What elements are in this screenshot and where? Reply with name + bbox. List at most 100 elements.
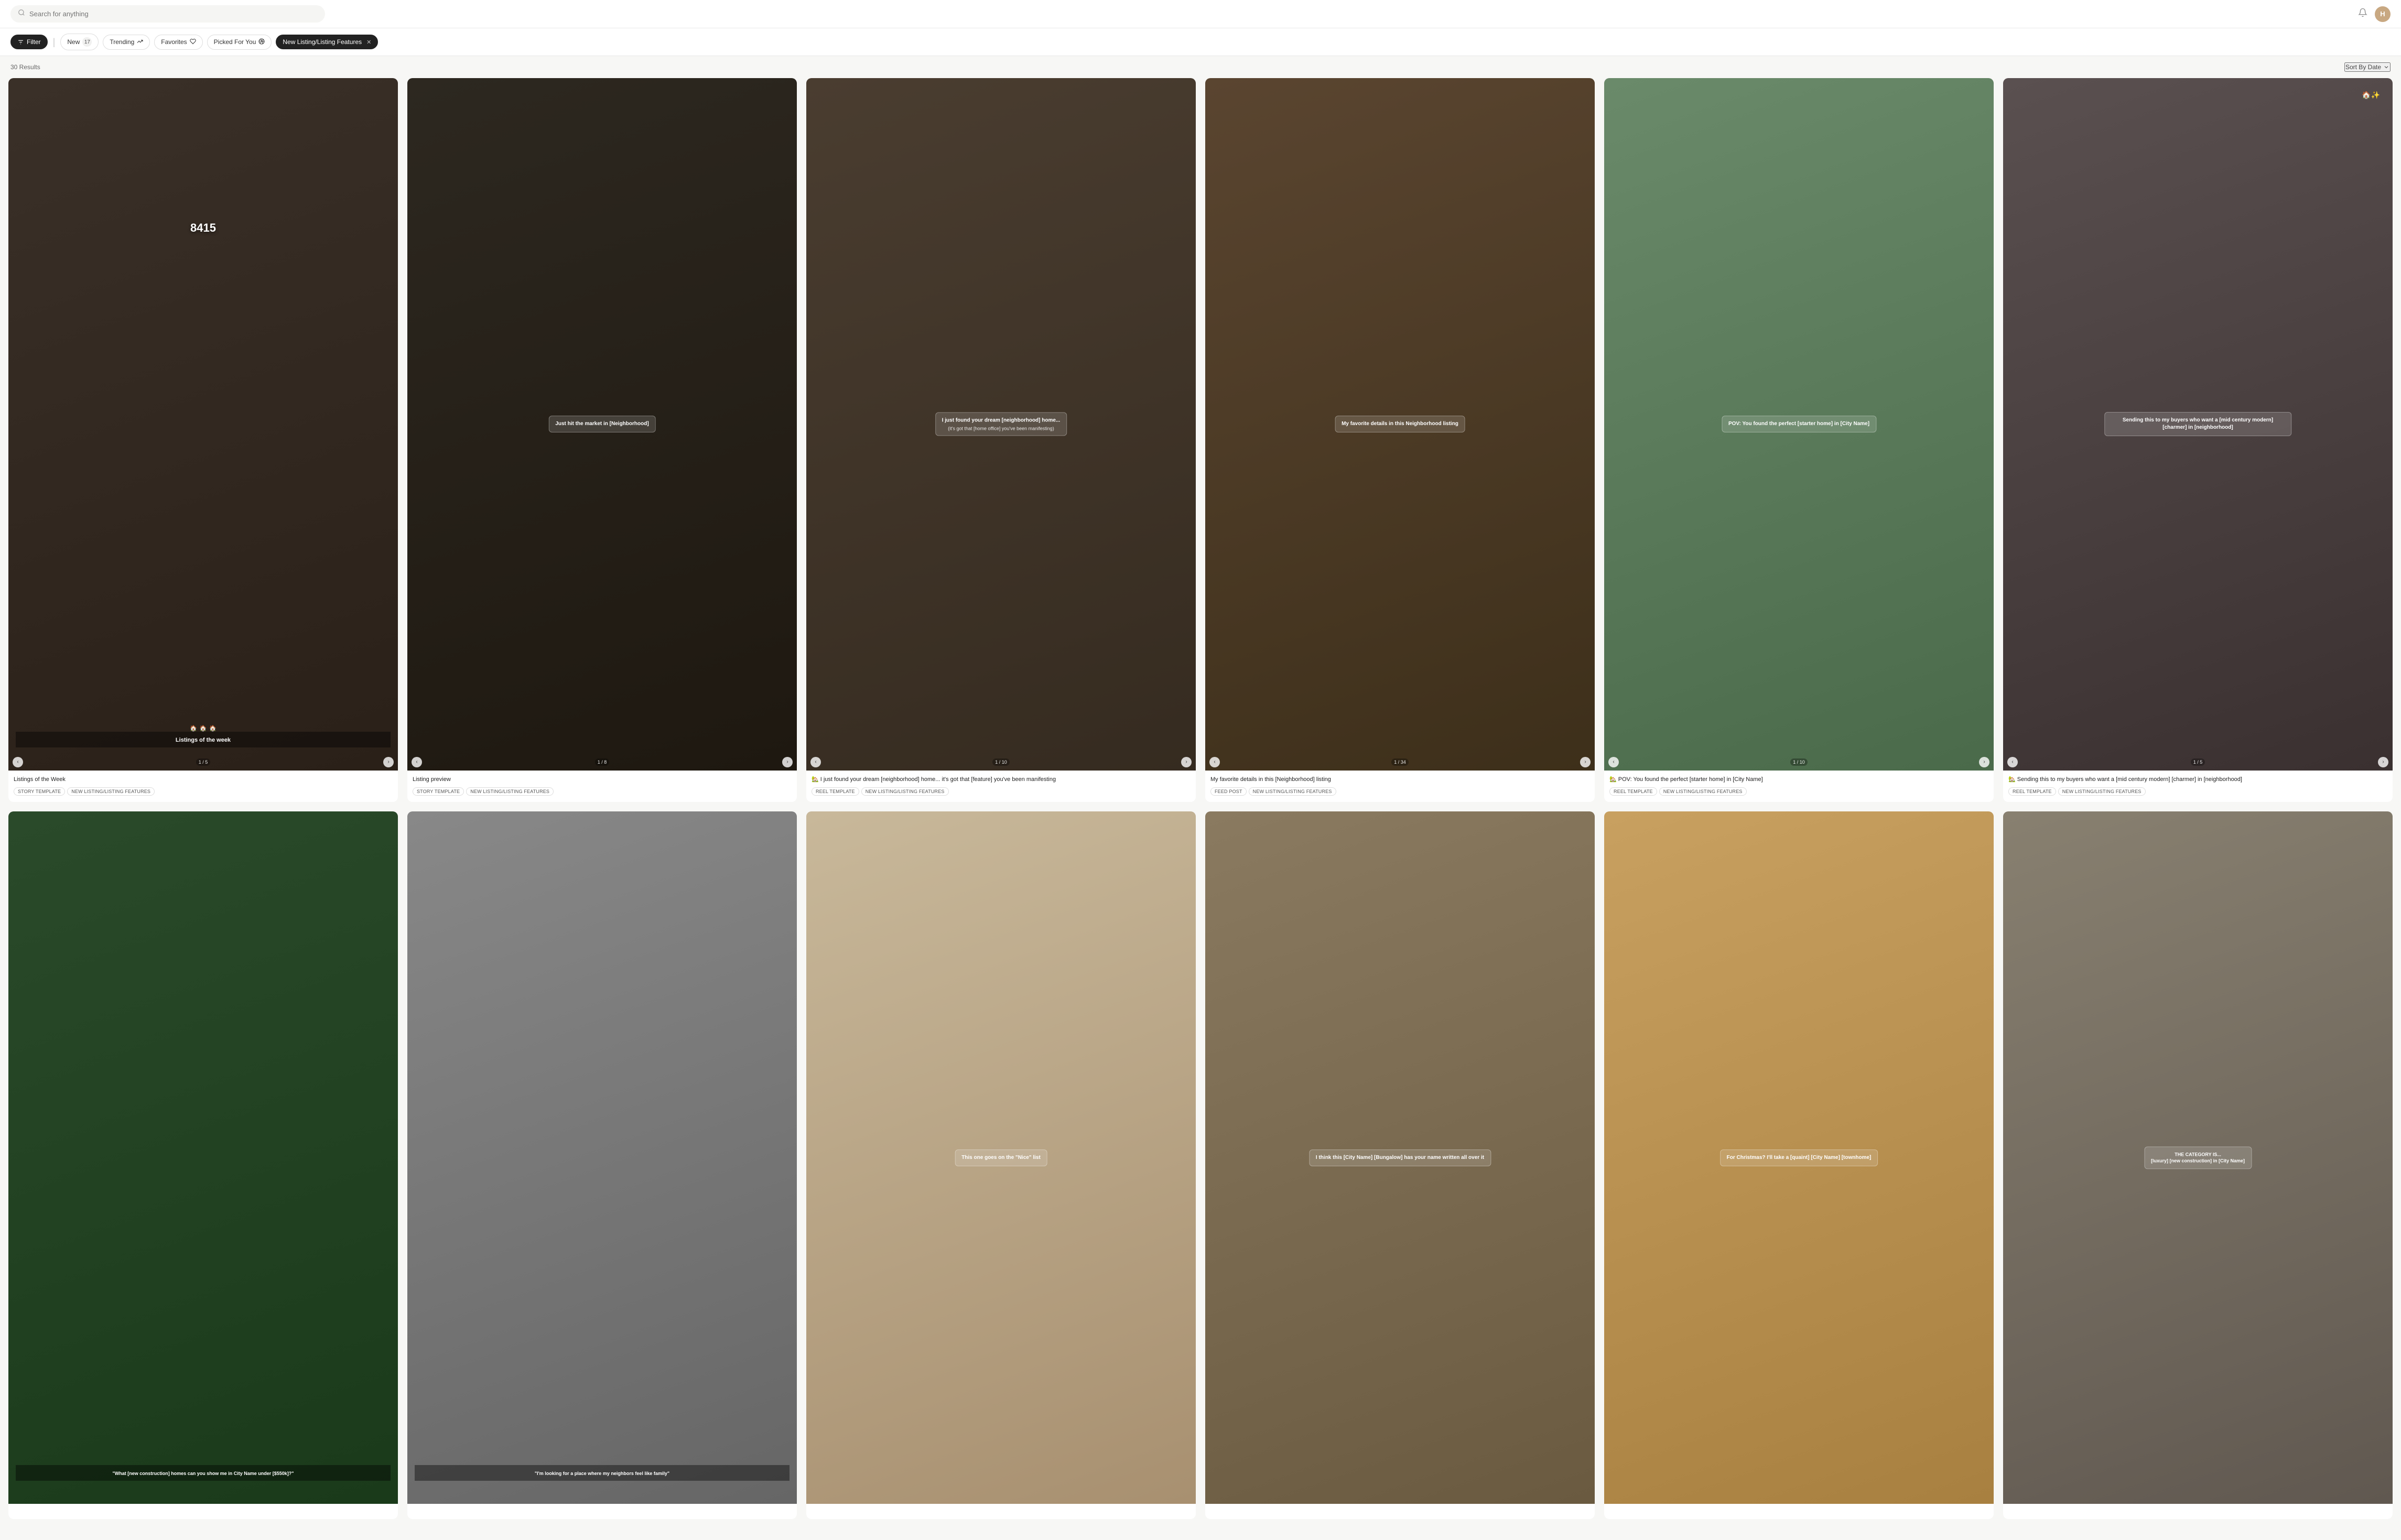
sort-label: Sort By Date bbox=[2345, 63, 2381, 71]
card-title: Listing preview bbox=[413, 776, 792, 784]
card-dream-home[interactable]: I just found your dream [neighborhood] h… bbox=[806, 78, 1196, 802]
card-nice-list[interactable]: This one goes on the "Nice" list bbox=[806, 811, 1196, 1519]
tag: NEW LISTING/LISTING FEATURES bbox=[1249, 787, 1336, 796]
card-body bbox=[806, 1504, 1196, 1519]
prev-arrow[interactable]: ‹ bbox=[2007, 757, 2018, 767]
card-neighbors[interactable]: "I'm looking for a place where my neighb… bbox=[407, 811, 797, 1519]
nav-count: 1 / 10 bbox=[992, 758, 1010, 766]
card-tags: REEL TEMPLATE NEW LISTING/LISTING FEATUR… bbox=[2008, 787, 2387, 796]
tag: NEW LISTING/LISTING FEATURES bbox=[1659, 787, 1747, 796]
card-navigation: ‹ 1 / 5 › bbox=[8, 757, 398, 767]
card-image: 🏠✨ Sending this to my buyers who want a … bbox=[2003, 78, 2393, 771]
filter-new-listing-chip[interactable]: New Listing/Listing Features ✕ bbox=[276, 35, 378, 49]
card-body bbox=[2003, 1504, 2393, 1519]
next-arrow[interactable]: › bbox=[1979, 757, 1989, 767]
card-tags: STORY TEMPLATE NEW LISTING/LISTING FEATU… bbox=[413, 787, 792, 796]
prev-arrow[interactable]: ‹ bbox=[412, 757, 422, 767]
card-tags: FEED POST NEW LISTING/LISTING FEATURES bbox=[1210, 787, 1589, 796]
next-arrow[interactable]: › bbox=[1181, 757, 1192, 767]
filter-separator: | bbox=[53, 37, 56, 48]
filter-picked-for-you-button[interactable]: Picked For You bbox=[207, 35, 272, 50]
card-tags: STORY TEMPLATE NEW LISTING/LISTING FEATU… bbox=[14, 787, 393, 796]
chevron-down-icon bbox=[2383, 64, 2389, 70]
notification-bell-icon[interactable] bbox=[2358, 8, 2367, 20]
tag: FEED POST bbox=[1210, 787, 1247, 796]
card-overlay-text: "What [new construction] homes can you s… bbox=[16, 1465, 391, 1481]
card-image: This one goes on the "Nice" list bbox=[806, 811, 1196, 1504]
card-body: Listings of the Week STORY TEMPLATE NEW … bbox=[8, 771, 398, 802]
nav-count: 1 / 34 bbox=[1391, 758, 1409, 766]
card-new-construction[interactable]: "What [new construction] homes can you s… bbox=[8, 811, 398, 1519]
filter-picked-label: Picked For You bbox=[214, 38, 256, 46]
prev-arrow[interactable]: ‹ bbox=[810, 757, 821, 767]
heart-icon bbox=[190, 38, 196, 46]
card-overlay-box: For Christmas? I'll take a [quaint] [Cit… bbox=[1720, 1149, 1878, 1166]
card-image: 8415 🏠🏠🏠 Listings of the week ‹ 1 / 5 › bbox=[8, 78, 398, 771]
card-listings-of-week[interactable]: 8415 🏠🏠🏠 Listings of the week ‹ 1 / 5 › … bbox=[8, 78, 398, 802]
card-christmas-townhome[interactable]: For Christmas? I'll take a [quaint] [Cit… bbox=[1604, 811, 1994, 1519]
address-number: 8415 bbox=[190, 221, 216, 235]
filter-button[interactable]: Filter bbox=[10, 35, 48, 49]
sort-by-date-button[interactable]: Sort By Date bbox=[2344, 62, 2391, 72]
results-bar: 30 Results Sort By Date bbox=[0, 56, 2401, 78]
search-icon bbox=[18, 9, 25, 19]
card-image: For Christmas? I'll take a [quaint] [Cit… bbox=[1604, 811, 1994, 1504]
filter-trending-button[interactable]: Trending bbox=[103, 35, 150, 50]
next-arrow[interactable]: › bbox=[383, 757, 394, 767]
card-overlay-box: I just found your dream [neighborhood] h… bbox=[935, 413, 1067, 436]
chip-close-icon[interactable]: ✕ bbox=[366, 39, 371, 46]
nav-count: 1 / 5 bbox=[196, 758, 211, 766]
next-arrow[interactable]: › bbox=[2378, 757, 2388, 767]
tag: REEL TEMPLATE bbox=[1609, 787, 1657, 796]
card-title: Listings of the Week bbox=[14, 776, 393, 784]
card-body: 🏡 I just found your dream [neighborhood]… bbox=[806, 771, 1196, 802]
search-container[interactable] bbox=[10, 5, 325, 23]
search-input[interactable] bbox=[29, 10, 318, 18]
picked-icon bbox=[258, 38, 265, 46]
card-bungalow[interactable]: I think this [City Name] [Bungalow] has … bbox=[1205, 811, 1595, 1519]
card-title: 🏡 POV: You found the perfect [starter ho… bbox=[1609, 776, 1988, 784]
card-overlay-box: Sending this to my buyers who want a [mi… bbox=[2104, 412, 2292, 436]
card-title: 🏡 Sending this to my buyers who want a [… bbox=[2008, 776, 2387, 784]
content-grid: 8415 🏠🏠🏠 Listings of the week ‹ 1 / 5 › … bbox=[0, 78, 2401, 1540]
filter-new-button[interactable]: New 17 bbox=[60, 34, 99, 50]
filter-bar: Filter | New 17 Trending Favorites Picke… bbox=[0, 28, 2401, 56]
card-listing-preview[interactable]: Just hit the market in [Neighborhood] ‹ … bbox=[407, 78, 797, 802]
card-luxury-new-construction[interactable]: THE CATEGORY IS...[luxury] [new construc… bbox=[2003, 811, 2393, 1519]
card-body: 🏡 Sending this to my buyers who want a [… bbox=[2003, 771, 2393, 802]
card-title: My favorite details in this [Neighborhoo… bbox=[1210, 776, 1589, 784]
card-navigation: ‹ 1 / 10 › bbox=[806, 757, 1196, 767]
card-overlay-text: Listings of the week bbox=[16, 732, 391, 747]
card-image: I think this [City Name] [Bungalow] has … bbox=[1205, 811, 1595, 1504]
card-overlay-box: This one goes on the "Nice" list bbox=[955, 1149, 1047, 1166]
tag: REEL TEMPLATE bbox=[812, 787, 859, 796]
card-overlay-text: "I'm looking for a place where my neighb… bbox=[415, 1465, 789, 1481]
prev-arrow[interactable]: ‹ bbox=[1608, 757, 1619, 767]
filter-new-listing-label: New Listing/Listing Features bbox=[283, 38, 362, 46]
card-overlay-box: POV: You found the perfect [starter home… bbox=[1722, 416, 1876, 432]
card-neighborhood-listing[interactable]: My favorite details in this Neighborhood… bbox=[1205, 78, 1595, 802]
card-overlay-box: My favorite details in this Neighborhood… bbox=[1335, 416, 1465, 432]
filter-favorites-label: Favorites bbox=[161, 38, 187, 46]
filter-favorites-button[interactable]: Favorites bbox=[154, 35, 202, 50]
card-image: THE CATEGORY IS...[luxury] [new construc… bbox=[2003, 811, 2393, 1504]
tag: REEL TEMPLATE bbox=[2008, 787, 2056, 796]
card-overlay-box: THE CATEGORY IS...[luxury] [new construc… bbox=[2144, 1146, 2252, 1169]
card-overlay-box: I think this [City Name] [Bungalow] has … bbox=[1309, 1149, 1491, 1166]
filter-new-label: New bbox=[67, 38, 80, 46]
next-arrow[interactable]: › bbox=[782, 757, 793, 767]
tag: NEW LISTING/LISTING FEATURES bbox=[466, 787, 554, 796]
prev-arrow[interactable]: ‹ bbox=[13, 757, 23, 767]
nav-count: 1 / 5 bbox=[2191, 758, 2205, 766]
top-bar-right: H bbox=[2358, 6, 2391, 22]
card-mid-century[interactable]: 🏠✨ Sending this to my buyers who want a … bbox=[2003, 78, 2393, 802]
next-arrow[interactable]: › bbox=[1580, 757, 1591, 767]
card-image: Just hit the market in [Neighborhood] ‹ … bbox=[407, 78, 797, 771]
card-image: "I'm looking for a place where my neighb… bbox=[407, 811, 797, 1504]
tag: NEW LISTING/LISTING FEATURES bbox=[2058, 787, 2146, 796]
avatar[interactable]: H bbox=[2375, 6, 2391, 22]
card-pov-starter-home[interactable]: POV: You found the perfect [starter home… bbox=[1604, 78, 1994, 802]
card-image: POV: You found the perfect [starter home… bbox=[1604, 78, 1994, 771]
prev-arrow[interactable]: ‹ bbox=[1209, 757, 1220, 767]
card-navigation: ‹ 1 / 34 › bbox=[1205, 757, 1595, 767]
